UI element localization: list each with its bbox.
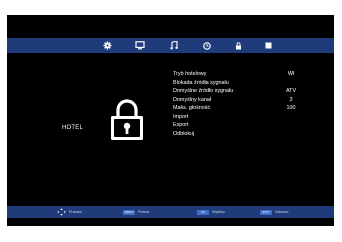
hotel-menu: Tryb hotelowy Wł Blokada źródła sygnału … — [173, 70, 303, 138]
menu-item-import[interactable]: Import — [173, 113, 303, 122]
menu-item-label: Domyślny kanał — [173, 96, 212, 103]
hint-label: Powrót — [138, 210, 150, 214]
menu-item-label: Odblokuj — [173, 130, 195, 137]
menu-item-value: 3 — [289, 96, 293, 103]
menu-item-hotel-mode[interactable]: Tryb hotelowy Wł — [173, 70, 303, 79]
menu-item-label: Import — [173, 113, 189, 120]
tab-setup[interactable] — [261, 38, 275, 53]
hint-label: Przesuń — [69, 210, 83, 214]
tab-gear[interactable] — [100, 38, 114, 53]
menu-item-export[interactable]: Export — [173, 121, 303, 130]
hint-move: Przesuń — [57, 206, 82, 218]
hint-label: Wybierz — [212, 210, 225, 214]
padlock-icon — [111, 99, 143, 140]
menu-item-default-source[interactable]: Domyślne źródło sygnału ATV — [173, 87, 303, 96]
menu-item-label: Blokada źródła sygnału — [173, 79, 229, 86]
tab-time[interactable] — [200, 38, 214, 53]
menu-item-label: Domyślne źródło sygnału — [173, 88, 234, 94]
square-icon — [265, 42, 271, 49]
menu-key: MENU — [123, 209, 135, 215]
dpad-icon — [57, 208, 66, 216]
hotel-label: HOTEL — [62, 125, 84, 131]
menu-item-source-lock[interactable]: Blokada źródła sygnału — [173, 79, 303, 88]
menu-item-label: Tryb hotelowy — [173, 71, 207, 77]
exit-key: EXIT — [260, 209, 272, 215]
ok-key: OK — [197, 209, 209, 215]
tab-lock[interactable] — [231, 38, 245, 53]
menu-item-unlock[interactable]: Odblokuj — [173, 130, 303, 139]
menu-item-value: 100 — [286, 105, 296, 111]
menu-item-label: Maks. głośność — [173, 105, 211, 111]
clock-icon — [203, 41, 211, 50]
menu-item-value: Wł — [287, 71, 295, 77]
hint-label: Zakończ — [275, 210, 289, 214]
hint-back: MENU Powrót — [123, 206, 149, 218]
music-note-icon — [170, 41, 178, 50]
tab-sound[interactable] — [167, 38, 181, 53]
hint-select: OK Wybierz — [197, 206, 225, 218]
menu-item-max-volume[interactable]: Maks. głośność 100 — [173, 104, 303, 113]
monitor-icon — [135, 41, 145, 50]
bottom-hint-bar: Przesuń MENU Powrót OK Wybierz EXIT Zako… — [7, 206, 334, 218]
menu-item-value: ATV — [285, 88, 297, 94]
lock-icon — [235, 41, 241, 49]
tv-screen: HOTEL Tryb hotelowy Wł Blokada źródła sy… — [7, 15, 334, 226]
hint-exit: EXIT Zakończ — [260, 206, 289, 218]
top-menu-bar — [7, 38, 334, 53]
tab-picture[interactable] — [133, 38, 147, 53]
gear-icon — [102, 41, 112, 50]
menu-item-default-channel[interactable]: Domyślny kanał 3 — [173, 96, 303, 105]
menu-item-label: Export — [173, 122, 189, 128]
